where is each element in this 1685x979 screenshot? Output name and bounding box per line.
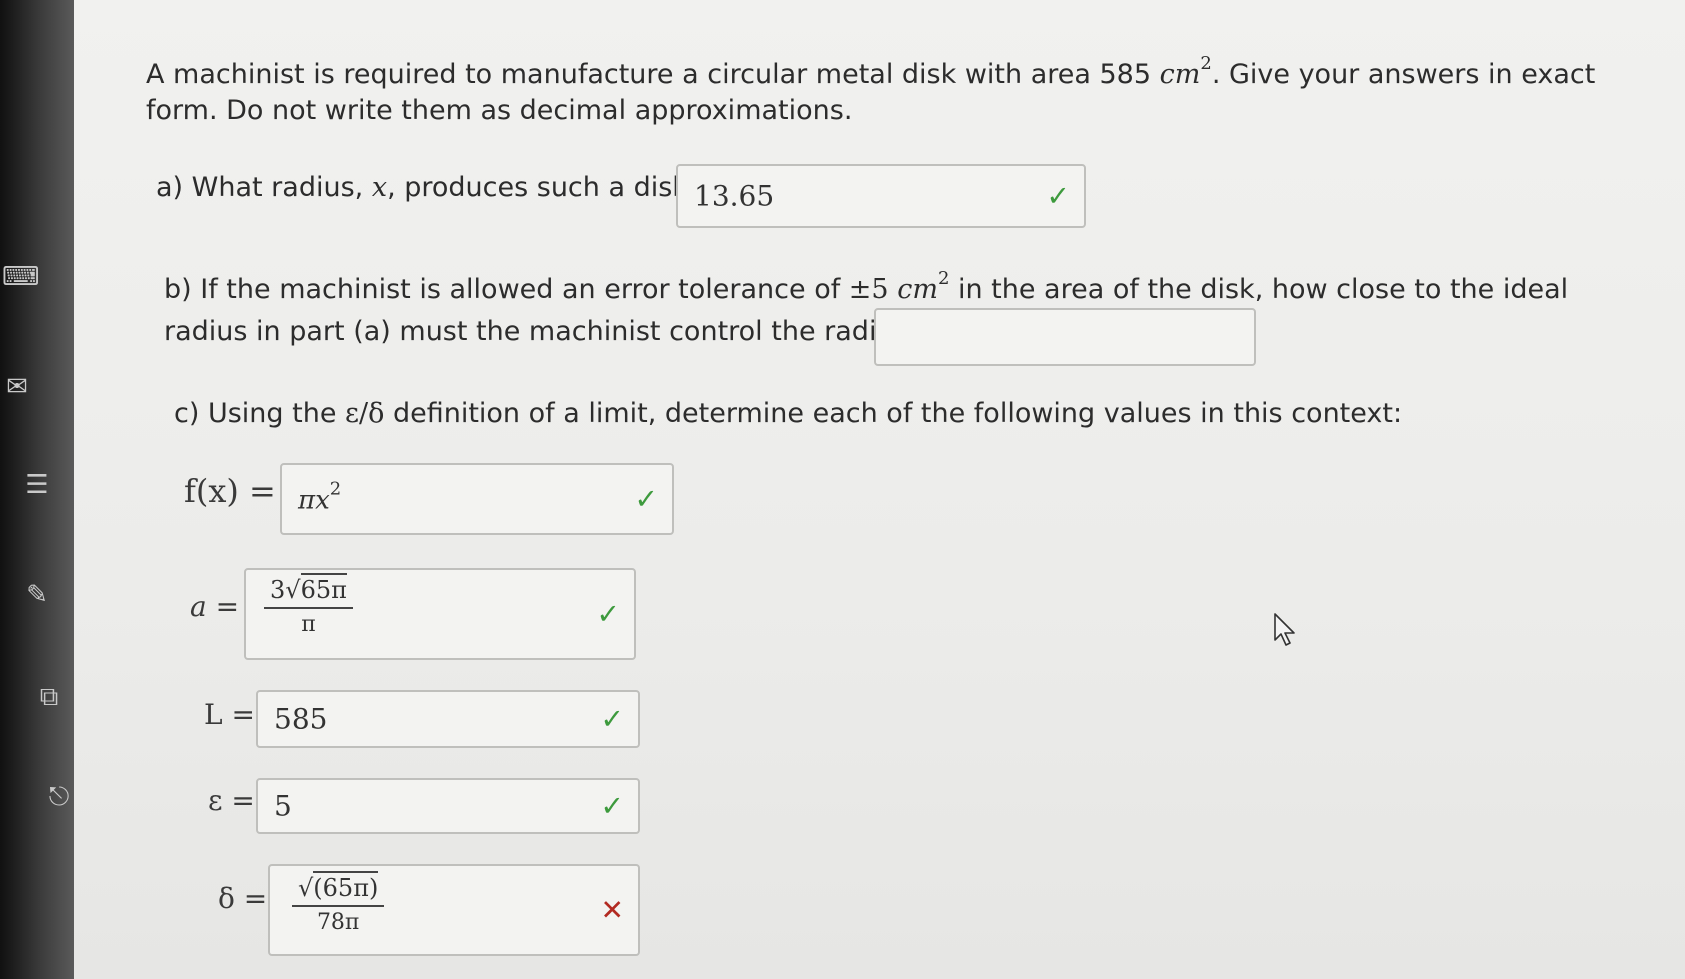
part-a-text-post: , produces such a disk? [387,172,703,203]
part-a-text-pre: a) What radius, [156,172,372,203]
part-c-epsilon-delta: ε/δ [345,398,385,429]
epsilon-label: ε = [208,784,255,817]
part-b-text-post: in the area of the disk, how close to th… [949,274,1569,305]
part-b-tolerance: ±5 [848,274,889,305]
part-c-text-post: definition of a limit, determine each of… [384,398,1403,429]
a-numerator: 3√65π [264,573,353,609]
delta-answer-input[interactable]: √(65π) 78π ✕ [268,864,640,956]
checkmark-icon: ✓ [600,702,624,736]
toolbar-tools-icon[interactable]: ✎ [22,580,52,610]
question-page: A machinist is required to manufacture a… [74,0,1685,979]
delta-radicand: (65π) [313,871,379,902]
checkmark-icon: ✓ [634,482,658,516]
part-b-answer-input[interactable] [874,308,1256,366]
part-b-text-line2: radius in part (a) must the machinist co… [164,316,922,347]
a-denominator: π [301,612,316,637]
delta-label: δ = [218,882,268,915]
toolbar-edit-icon[interactable]: ⧉ [34,682,64,712]
intro-text-part2: . Give your answers in exact [1211,59,1596,90]
part-c-prompt: c) Using the ε/δ definition of a limit, … [174,396,1402,432]
part-c-text-pre: c) Using the [174,398,346,429]
epsilon-answer-value: 5 [274,789,292,823]
toolbar-notes-icon[interactable]: ☰ [22,470,52,500]
question-intro: A machinist is required to manufacture a… [146,50,1626,129]
intro-exponent: 2 [1200,53,1212,74]
intro-text-line2: form. Do not write them as decimal appro… [146,95,853,126]
L-answer-input[interactable]: 585 ✓ [256,690,640,748]
intro-text-part1: A machinist is required to manufacture a… [146,59,1160,90]
checkmark-icon: ✓ [1046,179,1070,213]
intro-unit: cm [1159,59,1201,90]
f-value-base: πx [298,485,330,516]
delta-numerator: √(65π) [292,871,385,907]
toolbar-keyboard-icon[interactable]: ⌨ [2,262,40,292]
part-b-unit: cm [897,274,938,305]
part-a-variable: x [371,172,388,203]
sqrt-icon: √ [298,874,314,902]
checkmark-icon: ✓ [596,597,620,631]
sqrt-icon: √ [285,576,301,604]
epsilon-answer-input[interactable]: 5 ✓ [256,778,640,834]
L-label: L = [204,698,255,731]
left-toolbar: ⌨ ✉ ☰ ✎ ⧉ ⎋ [0,0,74,979]
toolbar-mail-icon[interactable]: ✉ [2,372,32,402]
f-answer-value: πx2 [298,479,341,516]
part-a-prompt: a) What radius, x, produces such a disk? [156,170,702,206]
delta-denominator: 78π [316,910,360,935]
part-a-answer-value: 13.65 [694,179,775,213]
a-answer-input[interactable]: 3√65π π ✓ [244,568,636,660]
checkmark-icon: ✓ [600,789,624,823]
f-answer-input[interactable]: πx2 ✓ [280,463,674,535]
toolbar-exit-icon[interactable]: ⎋ [44,782,74,812]
f-value-exponent: 2 [329,478,342,500]
a-label: a = [190,590,240,623]
a-coefficient: 3 [270,576,286,604]
cross-icon: ✕ [600,893,624,927]
mouse-cursor-icon [1274,613,1295,646]
part-b-text-pre: b) If the machinist is allowed an error … [164,274,849,305]
f-label: f(x) = [184,472,276,510]
a-fraction: 3√65π π [264,573,353,637]
part-a-answer-input[interactable]: 13.65 ✓ [676,164,1086,228]
part-b-exponent: 2 [937,268,950,289]
a-radicand: 65π [300,573,347,604]
L-answer-value: 585 [274,702,328,736]
delta-fraction: √(65π) 78π [292,871,385,935]
